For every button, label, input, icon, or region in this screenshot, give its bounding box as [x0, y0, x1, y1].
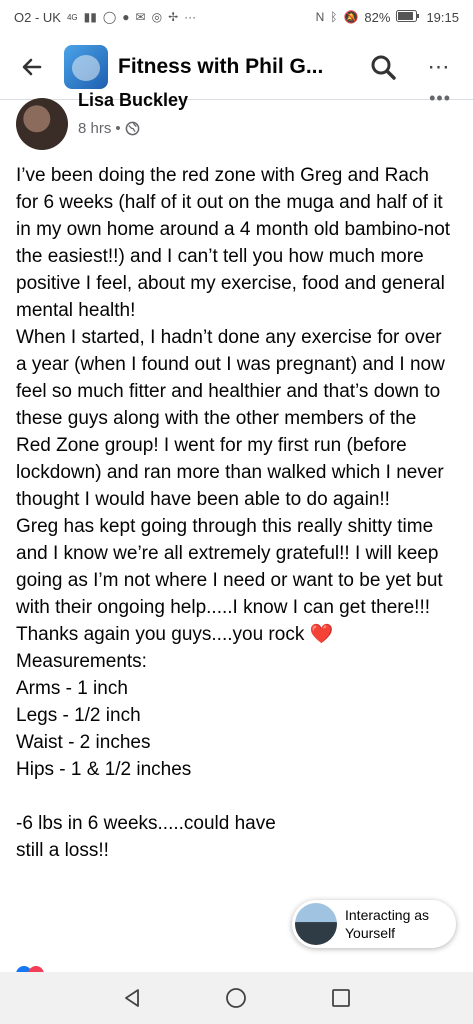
back-button[interactable]: [14, 49, 50, 85]
battery-icon: [396, 9, 420, 25]
post-line: Thanks again you guys....you rock: [16, 624, 305, 645]
circle-home-icon: [226, 988, 247, 1008]
post-paragraph: Greg has kept going through this really …: [16, 516, 443, 618]
post-paragraph: Thanks again you guys....you rock ❤️: [16, 621, 456, 648]
network-label: 4G: [66, 12, 78, 22]
post-paragraph: When I started, I hadn’t done any exerci…: [16, 327, 445, 510]
nfc-icon: N: [315, 10, 325, 24]
nav-recents-button[interactable]: [321, 978, 361, 1018]
signal-icon: ▮▮: [83, 10, 97, 24]
post-line: Waist - 2 inches: [16, 732, 151, 753]
heart-emoji-icon: ❤️: [309, 624, 334, 645]
post-line: Legs - 1/2 inch: [16, 705, 141, 726]
facebook-icon: ●: [122, 10, 130, 24]
group-title[interactable]: Fitness with Phil G...: [118, 55, 363, 79]
interacting-avatar: [295, 903, 337, 945]
instagram-icon: ◎: [151, 10, 163, 24]
mail-icon: ✉: [135, 10, 146, 24]
app-header: Fitness with Phil G... ⋯: [0, 36, 473, 98]
square-recents-icon: [331, 989, 350, 1007]
system-nav-bar: [0, 972, 473, 1024]
interacting-line2: Yourself: [345, 925, 396, 941]
carrier-label: O2 - UK: [14, 9, 61, 25]
bluetooth-icon: ᛒ: [330, 10, 338, 24]
interacting-as-button[interactable]: Interacting as Yourself: [292, 900, 456, 948]
status-bar: O2 - UK 4G ▮▮ ◯ ● ✉ ◎ ✢ ··· N ᛒ 🔕 82% 19…: [0, 0, 473, 34]
search-icon: [371, 55, 396, 80]
nav-back-button[interactable]: [112, 978, 152, 1018]
interacting-line1: Interacting as: [345, 907, 430, 923]
more-notifications-icon: ···: [184, 10, 197, 24]
author-avatar[interactable]: [16, 98, 68, 150]
post-line: Arms - 1 inch: [16, 678, 128, 699]
search-button[interactable]: [363, 47, 403, 87]
group-avatar[interactable]: [64, 45, 108, 89]
interacting-label: Interacting as Yourself: [345, 906, 429, 942]
post-more-button[interactable]: •••: [429, 88, 451, 109]
post-line: -6 lbs in 6 weeks.....could have: [16, 813, 276, 834]
more-options-button[interactable]: ⋯: [419, 47, 459, 87]
post-body: I’ve been doing the red zone with Greg a…: [16, 162, 456, 864]
post-meta: 8 hrs •: [78, 120, 140, 137]
triangle-back-icon: [125, 989, 140, 1007]
post-line: Hips - 1 & 1/2 inches: [16, 759, 192, 780]
meta-separator: •: [115, 120, 121, 137]
clock: 19:15: [426, 9, 459, 25]
author-name[interactable]: Lisa Buckley: [78, 90, 188, 111]
post-time[interactable]: 8 hrs: [78, 120, 111, 137]
nav-home-button[interactable]: [216, 978, 256, 1018]
pinwheel-icon: ✢: [168, 10, 179, 24]
more-icon: ⋯: [427, 54, 451, 79]
whatsapp-icon: ◯: [102, 10, 117, 24]
arrow-left-icon: [22, 58, 42, 76]
mute-icon: 🔕: [343, 10, 359, 24]
globe-icon: [125, 121, 139, 136]
post-paragraph: I’ve been doing the red zone with Greg a…: [16, 165, 451, 321]
battery-percent: 82%: [364, 9, 391, 25]
post-line: Measurements:: [16, 651, 147, 672]
post-header: Lisa Buckley 8 hrs • •••: [16, 88, 457, 150]
post-line: still a loss!!: [16, 840, 109, 861]
